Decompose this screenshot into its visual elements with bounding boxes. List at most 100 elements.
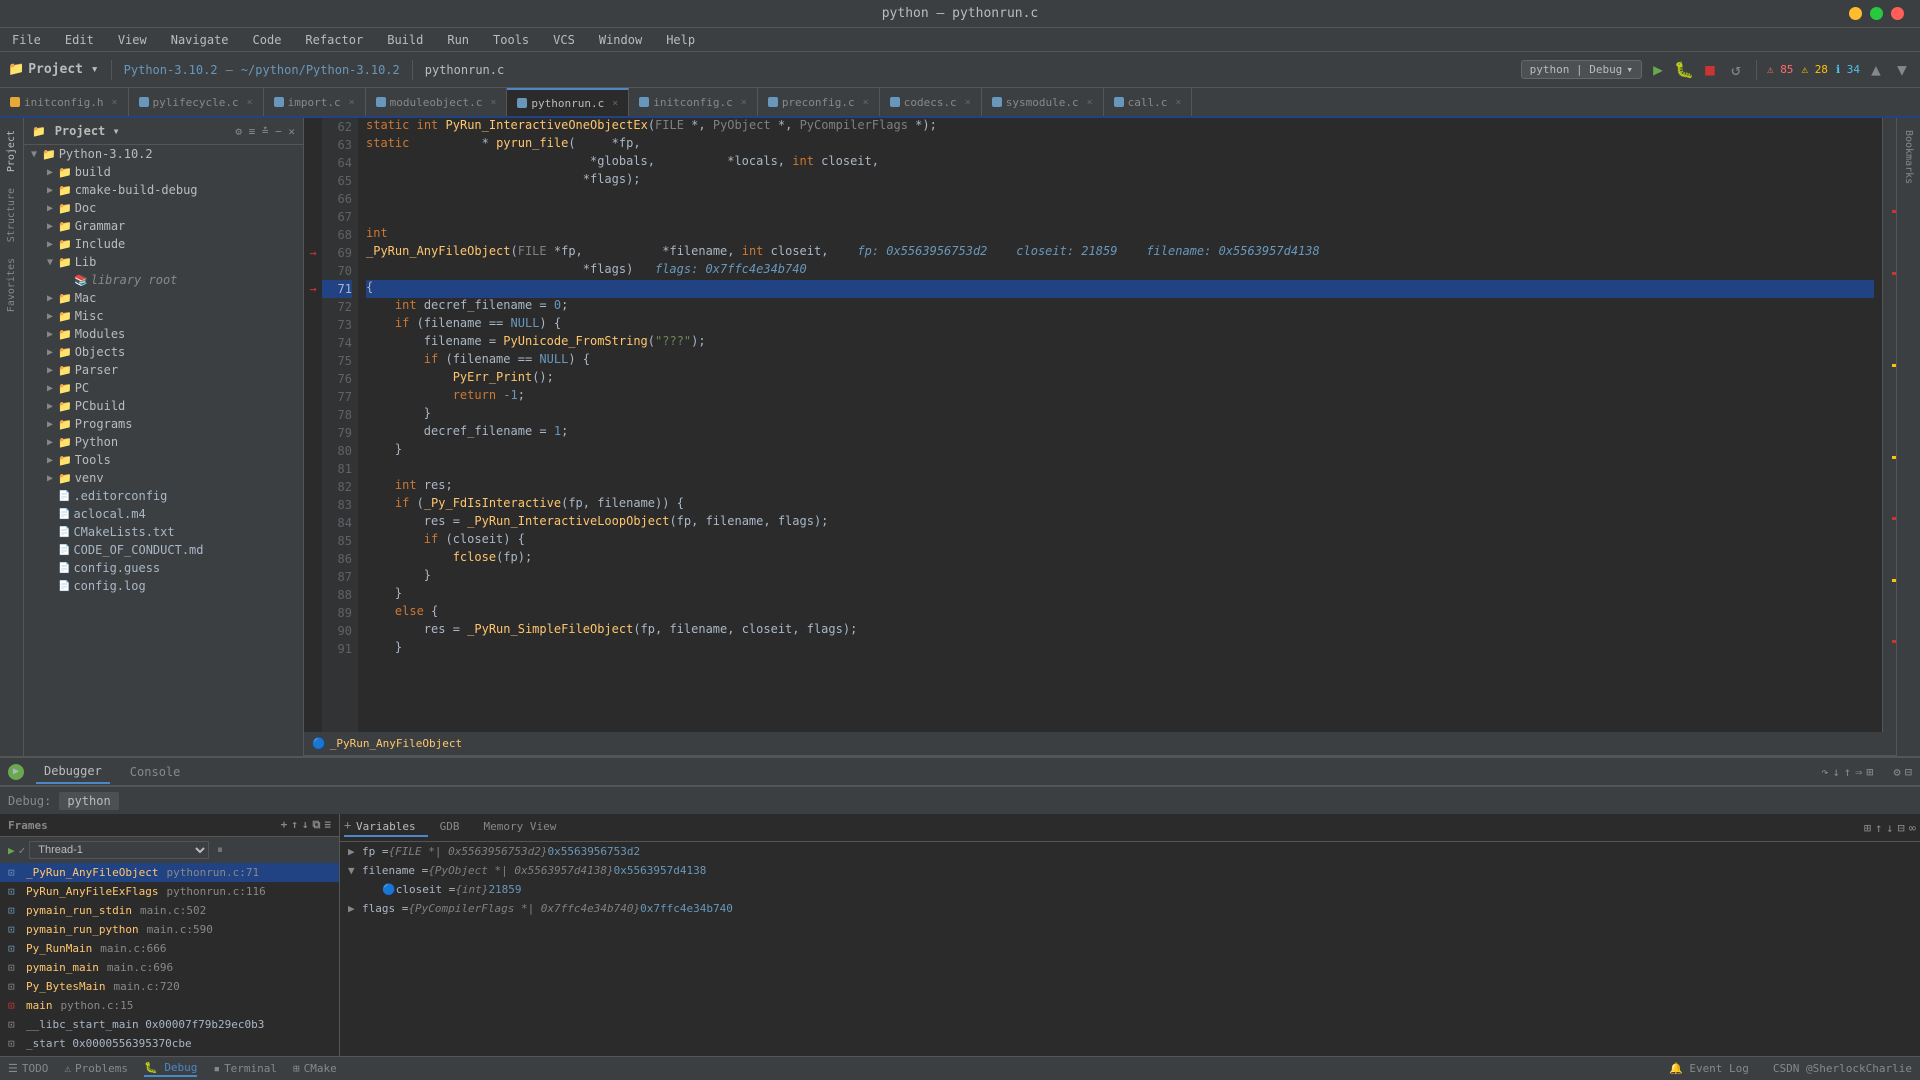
tab-import-c[interactable]: import.c×	[264, 88, 366, 116]
frames-up-icon[interactable]: ↑	[291, 818, 298, 832]
menu-run[interactable]: Run	[443, 31, 473, 49]
expand-filename-icon[interactable]: ▼	[348, 864, 362, 877]
evaluate-icon[interactable]: ⊞	[1866, 765, 1873, 779]
frame-item-8[interactable]: ⊡ __libc_start_main 0x00007f79b29ec0b3	[0, 1015, 339, 1034]
rerun-button[interactable]: ↺	[1726, 60, 1746, 80]
terminal-status[interactable]: ▪ Terminal	[213, 1062, 277, 1075]
tree-item-cmake[interactable]: ▶ 📁 cmake-build-debug	[24, 181, 303, 199]
tab-initconfig-h[interactable]: initconfig.h×	[0, 88, 129, 116]
tree-item-modules[interactable]: ▶ 📁 Modules	[24, 325, 303, 343]
code-area[interactable]: → → 62 63 64 65 66 67 68 69 70 71	[304, 118, 1896, 732]
tree-item-grammar[interactable]: ▶ 📁 Grammar	[24, 217, 303, 235]
run-to-cursor-icon[interactable]: ⇒	[1855, 765, 1862, 779]
thread-pause-icon[interactable]: ⏸	[217, 843, 223, 857]
structure-tab[interactable]: Structure	[4, 180, 19, 250]
scroll-map[interactable]	[1882, 118, 1896, 732]
bookmarks-tab[interactable]: Bookmarks	[1901, 122, 1916, 192]
tree-item-library-root[interactable]: 📚 library root	[24, 271, 303, 289]
tab-variables[interactable]: Variables	[344, 818, 428, 837]
tab-pylifecycle-c[interactable]: pylifecycle.c×	[129, 88, 264, 116]
tree-item-conduct[interactable]: 📄 CODE_OF_CONDUCT.md	[24, 541, 303, 559]
vars-copy-icon[interactable]: ⊟	[1898, 821, 1905, 835]
debugger-tab[interactable]: Debugger	[36, 760, 110, 784]
tree-item-programs[interactable]: ▶ 📁 Programs	[24, 415, 303, 433]
tree-item-lib[interactable]: ▼ 📁 Lib	[24, 253, 303, 271]
thread-selector[interactable]: Thread-1	[29, 841, 209, 859]
tree-item-objects[interactable]: ▶ 📁 Objects	[24, 343, 303, 361]
frames-add-icon[interactable]: +	[281, 818, 288, 832]
tree-item-parser[interactable]: ▶ 📁 Parser	[24, 361, 303, 379]
frame-item-3[interactable]: ⊡ pymain_run_python main.c:590	[0, 920, 339, 939]
tree-item-editorconfig[interactable]: 📄 .editorconfig	[24, 487, 303, 505]
frame-item-1[interactable]: ⊡ PyRun_AnyFileExFlags pythonrun.c:116	[0, 882, 339, 901]
tree-item-tools[interactable]: ▶ 📁 Tools	[24, 451, 303, 469]
layout-icon[interactable]: ⊟	[1905, 765, 1912, 779]
menu-file[interactable]: File	[8, 31, 45, 49]
frame-item-5[interactable]: ⊡ pymain_main main.c:696	[0, 958, 339, 977]
step-out-icon[interactable]: ↑	[1844, 765, 1851, 779]
tree-item-venv[interactable]: ▶ 📁 venv	[24, 469, 303, 487]
close-button[interactable]	[1891, 7, 1904, 20]
tree-item-pcbuild[interactable]: ▶ 📁 PCbuild	[24, 397, 303, 415]
vars-filter-icon[interactable]: ⊞	[1864, 821, 1871, 835]
stop-button[interactable]: ■	[1700, 60, 1720, 80]
frame-item-7[interactable]: ⊡ main python.c:15	[0, 996, 339, 1015]
tab-preconfig-c[interactable]: preconfig.c×	[758, 88, 880, 116]
tab-gdb[interactable]: GDB	[428, 818, 472, 837]
tab-sysmodule-c[interactable]: sysmodule.c×	[982, 88, 1104, 116]
maximize-button[interactable]	[1870, 7, 1883, 20]
cmake-status[interactable]: ⊞ CMake	[293, 1062, 337, 1075]
tab-pythonrun-c[interactable]: pythonrun.c×	[507, 88, 629, 116]
frame-item-2[interactable]: ⊡ pymain_run_stdin main.c:502	[0, 901, 339, 920]
tree-item-include[interactable]: ▶ 📁 Include	[24, 235, 303, 253]
step-into-icon[interactable]: ↓	[1833, 765, 1840, 779]
menu-navigate[interactable]: Navigate	[167, 31, 233, 49]
tree-item-aclocal[interactable]: 📄 aclocal.m4	[24, 505, 303, 523]
todo-status[interactable]: ☰ TODO	[8, 1062, 48, 1075]
debug-status[interactable]: 🐛 Debug	[144, 1061, 197, 1077]
tree-item-mac[interactable]: ▶ 📁 Mac	[24, 289, 303, 307]
frame-item-9[interactable]: ⊡ _start 0x0000556395370cbe	[0, 1034, 339, 1053]
menu-tools[interactable]: Tools	[489, 31, 533, 49]
expand-flags-icon[interactable]: ▶	[348, 902, 362, 915]
step-over-icon[interactable]: ↷	[1821, 765, 1828, 779]
menu-window[interactable]: Window	[595, 31, 646, 49]
menu-code[interactable]: Code	[249, 31, 286, 49]
minimize-button[interactable]	[1849, 7, 1862, 20]
vars-down-icon[interactable]: ↓	[1886, 821, 1893, 835]
tree-item-python[interactable]: ▶ 📁 Python	[24, 433, 303, 451]
tab-memory[interactable]: Memory View	[471, 818, 568, 837]
console-tab[interactable]: Console	[122, 761, 189, 783]
frame-item-0[interactable]: ⊡ _PyRun_AnyFileObject pythonrun.c:71	[0, 863, 339, 882]
menu-build[interactable]: Build	[383, 31, 427, 49]
expand-fp-icon[interactable]: ▶	[348, 845, 362, 858]
menu-vcs[interactable]: VCS	[549, 31, 579, 49]
project-selector[interactable]: 📁 Project ▾	[8, 62, 99, 77]
tab-call-c[interactable]: call.c×	[1104, 88, 1193, 116]
frame-item-6[interactable]: ⊡ Py_BytesMain main.c:720	[0, 977, 339, 996]
problems-status[interactable]: ⚠ Problems	[64, 1062, 128, 1075]
menu-help[interactable]: Help	[662, 31, 699, 49]
frames-expand-icon[interactable]: ≡	[324, 818, 331, 832]
tree-item-pc[interactable]: ▶ 📁 PC	[24, 379, 303, 397]
arrow-down-button[interactable]: ▼	[1892, 60, 1912, 80]
favorites-tab[interactable]: Favorites	[4, 250, 19, 320]
debug-button[interactable]: 🐛	[1674, 60, 1694, 80]
tree-item-cmakelists[interactable]: 📄 CMakeLists.txt	[24, 523, 303, 541]
resume-button[interactable]: ▶	[8, 764, 24, 780]
project-tab[interactable]: Project	[4, 122, 19, 180]
event-log-label[interactable]: 🔔 Event Log	[1669, 1062, 1749, 1075]
vars-up-icon[interactable]: ↑	[1875, 821, 1882, 835]
tree-root[interactable]: ▼ 📁 Python-3.10.2	[24, 145, 303, 163]
arrow-up-button[interactable]: ▲	[1866, 60, 1886, 80]
menu-edit[interactable]: Edit	[61, 31, 98, 49]
tree-item-configguess[interactable]: 📄 config.guess	[24, 559, 303, 577]
vars-infinity-icon[interactable]: ∞	[1909, 821, 1916, 835]
tab-moduleobject-c[interactable]: moduleobject.c×	[366, 88, 508, 116]
menu-refactor[interactable]: Refactor	[301, 31, 367, 49]
run-button[interactable]: ▶	[1648, 60, 1668, 80]
tree-item-doc[interactable]: ▶ 📁 Doc	[24, 199, 303, 217]
frame-item-4[interactable]: ⊡ Py_RunMain main.c:666	[0, 939, 339, 958]
tree-item-misc[interactable]: ▶ 📁 Misc	[24, 307, 303, 325]
menu-view[interactable]: View	[114, 31, 151, 49]
